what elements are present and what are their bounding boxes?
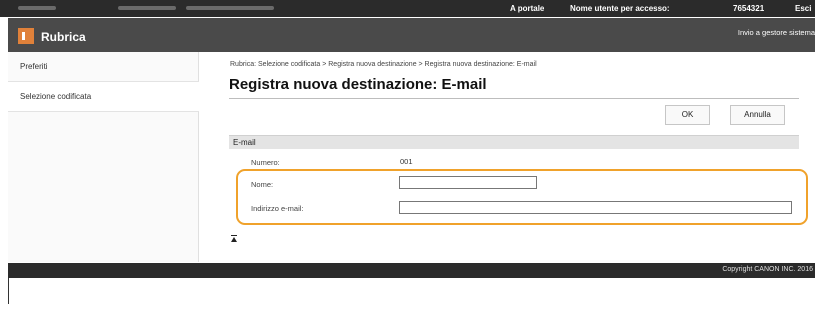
section-header: E-mail <box>229 135 799 149</box>
page-title: Registra nuova destinazione: E-mail <box>229 76 487 93</box>
login-user-value: 7654321 <box>733 4 765 13</box>
portal-link[interactable]: A portale <box>510 4 544 13</box>
blurred-text <box>118 6 176 10</box>
footer: Copyright CANON INC. 2016 <box>8 263 815 278</box>
app-header: Rubrica Invio a gestore sistema <box>8 18 815 52</box>
number-label: Numero: <box>251 158 280 167</box>
top-bar: A portale Nome utente per accesso: 76543… <box>0 0 815 17</box>
sidebar-item-preferiti[interactable]: Preferiti <box>8 52 199 82</box>
title-divider <box>229 98 799 99</box>
section-title: E-mail <box>233 138 256 147</box>
blurred-text <box>186 6 274 10</box>
breadcrumb: Rubrica: Selezione codificata > Registra… <box>230 61 537 68</box>
sidebar: Preferiti Selezione codificata <box>8 52 199 262</box>
copyright-text: Copyright CANON INC. 2016 <box>722 266 813 273</box>
address-book-icon <box>18 28 34 44</box>
app-title: Rubrica <box>41 30 86 44</box>
number-value: 001 <box>400 157 413 166</box>
blurred-text <box>18 6 56 10</box>
page-edge-line <box>8 278 9 304</box>
ok-button[interactable]: OK <box>665 105 710 125</box>
logout-link[interactable]: Esci <box>795 4 811 13</box>
back-to-top-icon[interactable] <box>231 235 237 243</box>
sidebar-item-selezione-codificata[interactable]: Selezione codificata <box>8 82 199 112</box>
cancel-button[interactable]: Annulla <box>730 105 785 125</box>
highlight-frame <box>236 169 808 225</box>
send-to-admin-link[interactable]: Invio a gestore sistema <box>738 28 815 37</box>
login-user-label: Nome utente per accesso: <box>570 4 670 13</box>
